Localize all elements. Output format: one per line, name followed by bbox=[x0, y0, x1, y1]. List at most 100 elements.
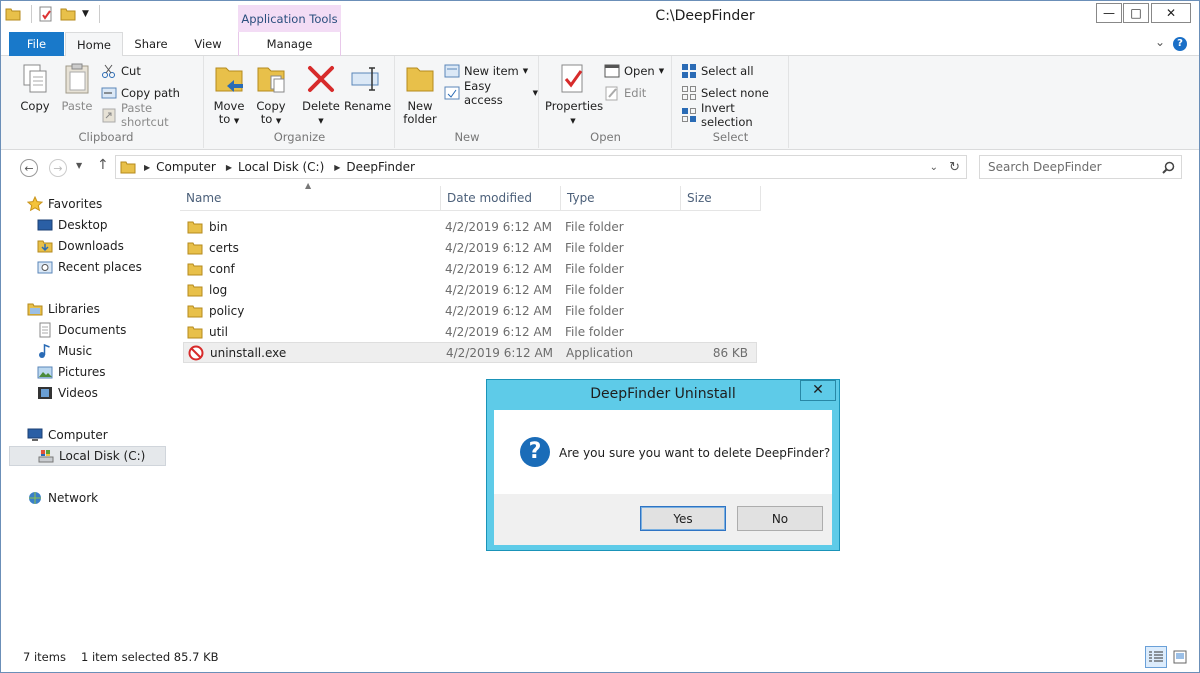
minimize-button[interactable]: — bbox=[1096, 3, 1122, 23]
tab-home[interactable]: Home bbox=[65, 32, 123, 57]
table-row[interactable]: uninstall.exe 4/2/2019 6:12 AM Application… bbox=[183, 342, 757, 363]
star-icon bbox=[27, 196, 43, 212]
no-button[interactable]: No bbox=[737, 506, 823, 531]
breadcrumb-local-disk[interactable]: Local Disk (C:) bbox=[238, 160, 324, 174]
search-placeholder: Search DeepFinder bbox=[988, 160, 1102, 174]
table-row[interactable]: policy 4/2/2019 6:12 AM File folder bbox=[183, 300, 757, 321]
sidebar-favorites[interactable]: Favorites bbox=[27, 194, 184, 214]
new-group: New folder New item ▼ Easy access ▼ New bbox=[396, 56, 539, 148]
file-name: uninstall.exe bbox=[210, 345, 287, 360]
refresh-icon[interactable]: ↻ bbox=[949, 160, 960, 175]
up-arrow-icon[interactable]: ↑ bbox=[97, 157, 109, 173]
new-folder-button[interactable]: New folder bbox=[399, 62, 441, 126]
invert-selection-button[interactable]: Invert selection bbox=[681, 101, 788, 129]
dialog-button-bar: Yes No bbox=[494, 494, 832, 545]
select-all-label: Select all bbox=[701, 64, 754, 78]
properties-icon bbox=[561, 64, 583, 93]
paste-button[interactable]: Paste bbox=[56, 62, 98, 113]
documents-icon bbox=[39, 322, 51, 338]
copy-to-button[interactable]: Copy to ▼ bbox=[250, 62, 292, 128]
table-row[interactable]: bin 4/2/2019 6:12 AM File folder bbox=[183, 216, 757, 237]
breadcrumb-separator-icon[interactable]: ▶ bbox=[334, 163, 340, 172]
search-icon bbox=[1162, 161, 1175, 174]
breadcrumb-computer[interactable]: Computer bbox=[156, 160, 216, 174]
copy-path-button[interactable]: Copy path bbox=[101, 84, 180, 102]
qat-customize-icon[interactable]: ▼ bbox=[82, 9, 89, 19]
help-icon[interactable]: ? bbox=[1173, 37, 1187, 51]
dropdown-arrow-icon: ▼ bbox=[658, 67, 665, 75]
properties-button[interactable]: Properties ▼ bbox=[545, 62, 603, 128]
table-row[interactable]: certs 4/2/2019 6:12 AM File folder bbox=[183, 237, 757, 258]
column-header-date[interactable]: Date modified bbox=[441, 186, 561, 210]
date-modified-cell: 4/2/2019 6:12 AM bbox=[445, 282, 553, 297]
column-header-size[interactable]: Size bbox=[681, 186, 761, 210]
open-label: Open bbox=[624, 64, 655, 78]
toolbar-divider bbox=[31, 5, 32, 23]
recent-locations-icon[interactable]: ▼ bbox=[76, 161, 82, 170]
yes-button[interactable]: Yes bbox=[640, 506, 726, 531]
desktop-label: Desktop bbox=[58, 218, 108, 232]
move-to-label: Move bbox=[213, 99, 245, 113]
move-to-icon bbox=[215, 67, 243, 92]
address-history-icon[interactable]: ⌄ bbox=[930, 162, 938, 173]
new-folder-icon[interactable] bbox=[60, 6, 76, 22]
table-row[interactable]: log 4/2/2019 6:12 AM File folder bbox=[183, 279, 757, 300]
ribbon-expand-icon[interactable]: ⌄ bbox=[1155, 35, 1165, 49]
sidebar-network[interactable]: Network bbox=[27, 488, 184, 508]
column-header-type[interactable]: Type bbox=[561, 186, 681, 210]
file-name-cell: bin bbox=[183, 219, 441, 235]
table-row[interactable]: conf 4/2/2019 6:12 AM File folder bbox=[183, 258, 757, 279]
details-view-button[interactable] bbox=[1145, 646, 1167, 668]
date-modified-cell: 4/2/2019 6:12 AM bbox=[445, 219, 553, 234]
tab-file[interactable]: File bbox=[9, 32, 64, 56]
open-button[interactable]: Open ▼ bbox=[604, 62, 664, 80]
tab-view[interactable]: View bbox=[179, 32, 237, 56]
status-bar: 7 items 1 item selected 85.7 KB bbox=[1, 644, 1199, 672]
table-row[interactable]: util 4/2/2019 6:12 AM File folder bbox=[183, 321, 757, 342]
file-name: policy bbox=[209, 303, 245, 318]
paste-shortcut-button[interactable]: Paste shortcut bbox=[101, 101, 203, 129]
rename-label: Rename bbox=[344, 99, 392, 113]
column-header-name[interactable]: Name bbox=[180, 186, 441, 210]
back-button[interactable]: ← bbox=[20, 159, 38, 177]
easy-access-button[interactable]: Easy access ▼ bbox=[444, 79, 538, 107]
edit-button[interactable]: Edit bbox=[604, 84, 646, 102]
breadcrumb-separator-icon[interactable]: ▶ bbox=[144, 163, 150, 172]
address-bar[interactable]: ▶ Computer ▶ Local Disk (C:) ▶ DeepFinde… bbox=[115, 155, 967, 179]
search-input[interactable]: Search DeepFinder bbox=[979, 155, 1182, 179]
copy-button[interactable]: Copy bbox=[14, 62, 56, 113]
date-modified-cell: 4/2/2019 6:12 AM bbox=[445, 324, 553, 339]
date-modified-cell: 4/2/2019 6:12 AM bbox=[445, 261, 553, 276]
sidebar-libraries[interactable]: Libraries bbox=[27, 299, 184, 319]
dialog-close-button[interactable]: ✕ bbox=[800, 380, 836, 401]
properties-icon[interactable] bbox=[38, 6, 54, 22]
pictures-icon bbox=[37, 366, 53, 379]
breadcrumb-deepfinder[interactable]: DeepFinder bbox=[346, 160, 415, 174]
forward-button[interactable]: → bbox=[49, 159, 67, 177]
question-icon: ? bbox=[520, 437, 550, 467]
breadcrumb-separator-icon[interactable]: ▶ bbox=[226, 163, 232, 172]
tab-manage[interactable]: Manage bbox=[238, 32, 341, 56]
folder-icon bbox=[5, 8, 21, 21]
select-none-label: Select none bbox=[701, 86, 769, 100]
select-all-button[interactable]: Select all bbox=[681, 62, 754, 80]
back-arrow-icon: ← bbox=[24, 161, 34, 175]
move-to-button[interactable]: Move to ▼ bbox=[208, 62, 250, 128]
delete-button[interactable]: Delete ▼ bbox=[300, 62, 342, 128]
new-item-button[interactable]: New item ▼ bbox=[444, 62, 528, 80]
invert-selection-icon bbox=[682, 108, 696, 122]
dropdown-arrow-icon: ▼ bbox=[570, 117, 576, 125]
large-icons-view-button[interactable] bbox=[1169, 646, 1191, 668]
file-name-cell: util bbox=[183, 324, 441, 340]
date-modified-cell: 4/2/2019 6:12 AM bbox=[445, 240, 553, 255]
tab-share[interactable]: Share bbox=[123, 32, 179, 56]
maximize-button[interactable]: □ bbox=[1123, 3, 1149, 23]
new-folder-icon bbox=[406, 67, 434, 92]
sidebar-computer[interactable]: Computer bbox=[27, 425, 184, 445]
sidebar-item-local-disk[interactable]: Local Disk (C:) bbox=[9, 446, 166, 466]
dialog-message: Are you sure you want to delete DeepFind… bbox=[559, 446, 831, 460]
close-button[interactable]: ✕ bbox=[1151, 3, 1191, 23]
select-none-button[interactable]: Select none bbox=[681, 84, 769, 102]
cut-button[interactable]: Cut bbox=[101, 62, 141, 80]
rename-button[interactable]: Rename bbox=[344, 62, 392, 113]
